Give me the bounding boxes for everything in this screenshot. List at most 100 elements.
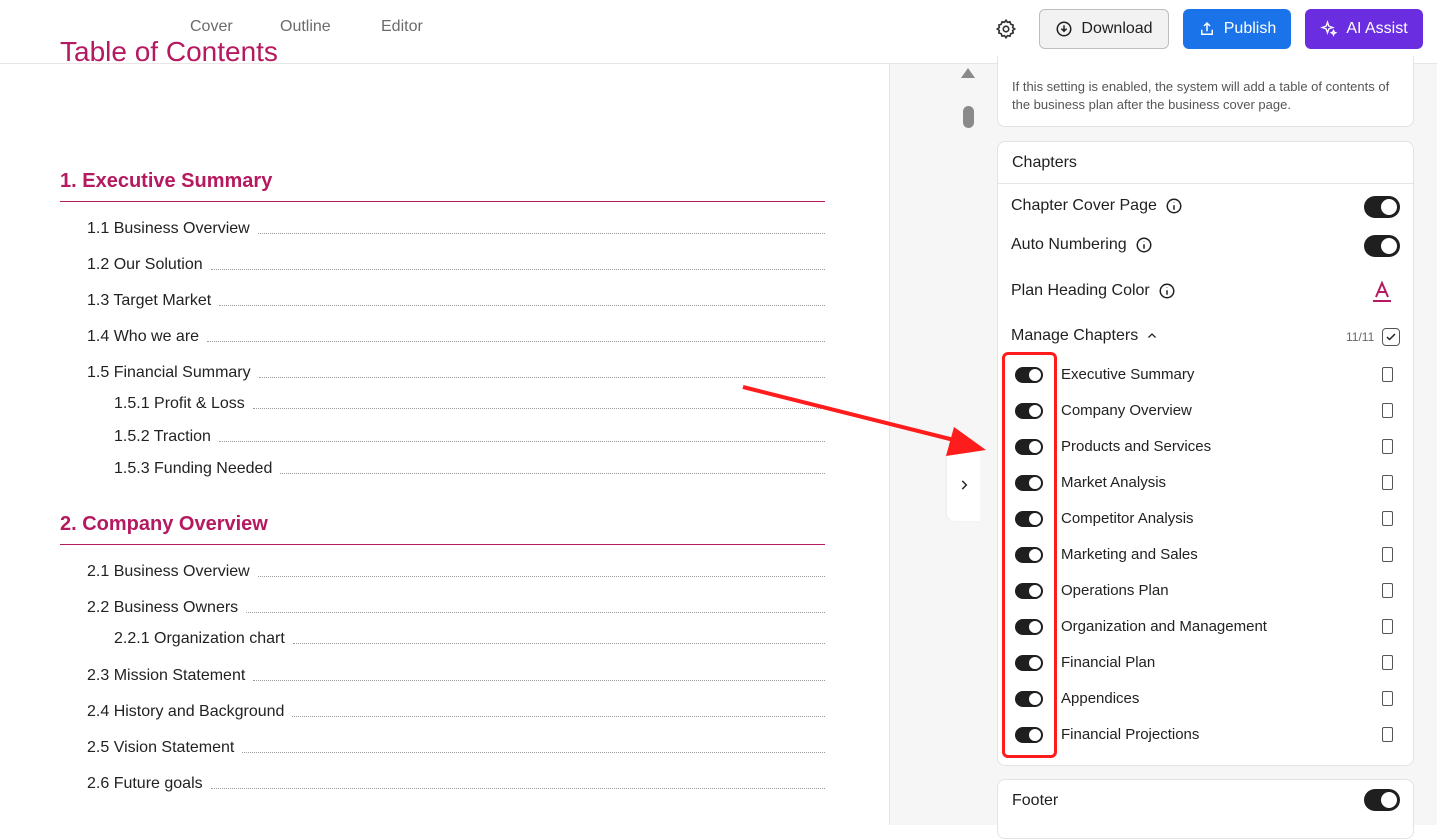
dotted-leader — [219, 305, 825, 306]
toc-entry-label: 2.2 Business Owners — [87, 599, 239, 616]
toc-entry-label: 1.1 Business Overview — [87, 220, 250, 237]
publish-label: Publish — [1223, 20, 1277, 37]
dotted-leader — [210, 788, 825, 789]
toc-entry-label: 2.6 Future goals — [87, 775, 203, 792]
gear-icon[interactable] — [995, 18, 1017, 40]
sparkle-icon — [1320, 20, 1338, 37]
toc-entry-label: 1.5.2 Traction — [114, 428, 211, 445]
toc-entry-label: 1.3 Target Market — [87, 292, 212, 309]
document-icon[interactable] — [1382, 547, 1393, 562]
toc-entry-label: 2.1 Business Overview — [87, 563, 250, 580]
toc-entry[interactable]: 1.5.3 Funding Needed — [114, 460, 825, 478]
text-color-icon[interactable] — [1370, 280, 1394, 304]
download-label: Download — [1081, 20, 1153, 37]
document-icon[interactable] — [1382, 367, 1393, 382]
chevron-right-icon — [961, 480, 967, 490]
toc-entry[interactable]: 2.1 Business Overview — [87, 563, 825, 581]
toc-entry-label: 1.5 Financial Summary — [87, 364, 251, 381]
dotted-leader — [292, 643, 825, 644]
toc-entry[interactable]: 1.1 Business Overview — [87, 220, 825, 238]
toc-entry[interactable]: 2.6 Future goals — [87, 775, 825, 793]
ai-assist-label: AI Assist — [1346, 20, 1408, 37]
upload-icon — [1200, 21, 1213, 35]
dotted-leader — [207, 341, 825, 342]
dotted-leader — [218, 441, 825, 442]
document-icon[interactable] — [1382, 655, 1393, 670]
footer-toggle[interactable] — [1364, 789, 1400, 811]
tab-outline[interactable]: Outline — [280, 18, 331, 36]
heading-color-setting: Plan Heading Color — [1011, 282, 1176, 300]
dotted-leader — [258, 377, 825, 378]
manage-chapters-toggle[interactable]: Manage Chapters — [1011, 327, 1158, 345]
document-icon[interactable] — [1382, 691, 1393, 706]
check-icon — [1386, 333, 1396, 341]
scrollbar-thumb[interactable] — [963, 106, 974, 128]
toc-entry-label: 1.4 Who we are — [87, 328, 200, 345]
info-icon[interactable] — [1135, 236, 1153, 254]
section-heading-company-overview: 2. Company Overview — [60, 513, 825, 545]
document-icon[interactable] — [1382, 403, 1393, 418]
chevron-up-icon — [1148, 333, 1157, 338]
toc-entry-label: 2.3 Mission Statement — [87, 667, 246, 684]
toc-entry[interactable]: 2.2 Business Owners — [87, 599, 825, 617]
toc-entry[interactable]: 2.3 Mission Statement — [87, 667, 825, 685]
chapter-label: Appendices — [1061, 690, 1140, 707]
toc-entry[interactable]: 2.5 Vision Statement — [87, 739, 825, 757]
document-icon[interactable] — [1382, 475, 1393, 490]
dotted-leader — [253, 680, 825, 681]
chapter-label: Company Overview — [1061, 402, 1192, 419]
auto-numbering-toggle[interactable] — [1364, 235, 1400, 257]
info-icon[interactable] — [1165, 197, 1183, 215]
chapter-label: Executive Summary — [1061, 366, 1195, 383]
toc-entry-label: 2.2.1 Organization chart — [114, 630, 285, 647]
page-title: Table of Contents — [60, 36, 278, 67]
document-icon[interactable] — [1382, 619, 1393, 634]
document-icon[interactable] — [1382, 439, 1393, 454]
toc-entry[interactable]: 1.5 Financial Summary — [87, 364, 825, 382]
document-icon[interactable] — [1382, 511, 1393, 526]
info-icon[interactable] — [1158, 282, 1176, 300]
chapter-count: 11/11 — [1346, 330, 1375, 344]
toc-entry[interactable]: 2.2.1 Organization chart — [114, 630, 825, 648]
toc-entry[interactable]: 1.2 Our Solution — [87, 256, 825, 274]
auto-numbering-label: Auto Numbering — [1011, 236, 1127, 253]
chapter-label: Operations Plan — [1061, 582, 1169, 599]
toc-entry[interactable]: 1.4 Who we are — [87, 328, 825, 346]
toc-setting-card: If this setting is enabled, the system w… — [997, 56, 1414, 127]
chapter-label: Financial Projections — [1061, 726, 1200, 743]
document-icon[interactable] — [1382, 727, 1393, 742]
dotted-leader — [292, 716, 825, 717]
chapter-label: Financial Plan — [1061, 654, 1156, 671]
toc-entry[interactable]: 1.5.1 Profit & Loss — [114, 395, 825, 413]
chapter-label: Market Analysis — [1061, 474, 1167, 491]
chapter-label: Competitor Analysis — [1061, 510, 1194, 527]
annotation-highlight-box — [1002, 352, 1057, 758]
toc-entry[interactable]: 1.5.2 Traction — [114, 428, 825, 446]
document-icon[interactable] — [1382, 583, 1393, 598]
dotted-leader — [257, 576, 825, 577]
tab-editor[interactable]: Editor — [381, 18, 423, 36]
auto-numbering-setting: Auto Numbering — [1011, 236, 1153, 254]
chapter-label: Products and Services — [1061, 438, 1212, 455]
section-heading-executive-summary: 1. Executive Summary — [60, 170, 825, 202]
footer-card: Footer — [997, 779, 1414, 839]
toc-entry-label: 1.2 Our Solution — [87, 256, 203, 273]
dotted-leader — [280, 473, 825, 474]
toc-entry-label: 1.5.3 Funding Needed — [114, 460, 273, 477]
manage-chapters-label: Manage Chapters — [1011, 327, 1139, 344]
toc-entry-label: 2.4 History and Background — [87, 703, 285, 720]
chapters-header: Chapters — [998, 142, 1413, 184]
chapter-cover-label: Chapter Cover Page — [1011, 197, 1157, 214]
dotted-leader — [257, 233, 825, 234]
scroll-up-arrow[interactable] — [961, 68, 975, 78]
toc-entry[interactable]: 1.3 Target Market — [87, 292, 825, 310]
select-all-checkbox[interactable] — [1382, 328, 1400, 346]
publish-button[interactable]: Publish — [1183, 9, 1291, 49]
toc-entry[interactable]: 2.4 History and Background — [87, 703, 825, 721]
download-button[interactable]: Download — [1039, 9, 1169, 49]
chapter-cover-setting: Chapter Cover Page — [1011, 197, 1183, 215]
tab-cover[interactable]: Cover — [190, 18, 233, 36]
chapter-cover-toggle[interactable] — [1364, 196, 1400, 218]
ai-assist-button[interactable]: AI Assist — [1305, 9, 1423, 49]
dotted-leader — [242, 752, 825, 753]
